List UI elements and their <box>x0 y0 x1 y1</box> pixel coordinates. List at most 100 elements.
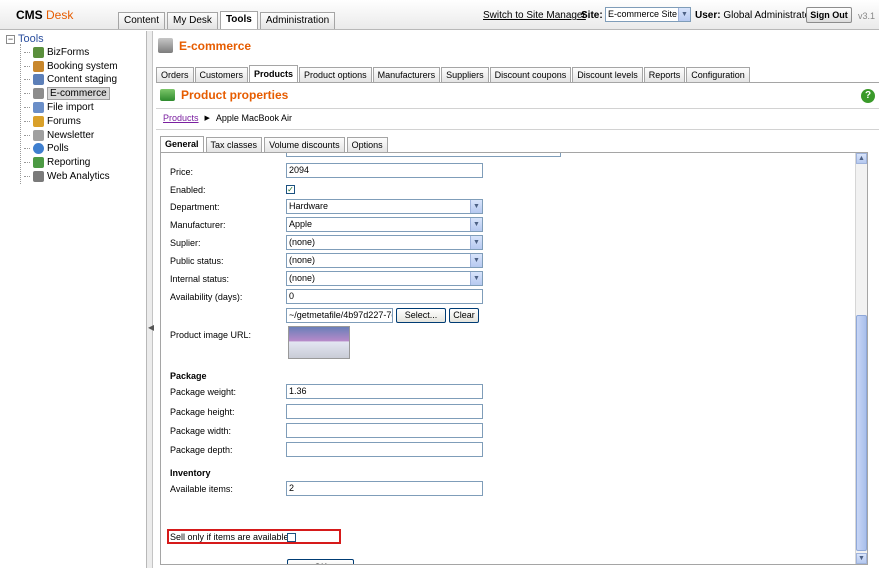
product-image-thumbnail <box>288 326 350 359</box>
tab-tax-classes[interactable]: Tax classes <box>205 137 263 152</box>
tab-manufacturers[interactable]: Manufacturers <box>372 67 441 82</box>
tree-item-e-commerce[interactable]: E-commerce <box>24 87 110 100</box>
section-title: E-commerce <box>158 38 251 53</box>
tab-general[interactable]: General <box>160 136 204 152</box>
scroll-up-icon[interactable]: ▲ <box>856 153 867 164</box>
switch-to-site-manager-link[interactable]: Switch to Site Manager <box>483 10 586 21</box>
collapse-icon[interactable]: − <box>6 34 15 44</box>
ecommerce-tabs: Orders Customers Products Product option… <box>156 65 879 83</box>
tools-tree: − Tools BizForms Booking system Content … <box>0 31 147 568</box>
sell-only-checkbox[interactable] <box>287 533 296 542</box>
help-icon[interactable]: ? <box>861 89 875 103</box>
department-select[interactable]: Hardware ▼ <box>286 199 483 214</box>
product-icon <box>160 89 175 101</box>
sign-out-button[interactable]: Sign Out <box>806 7 852 23</box>
package-weight-input[interactable]: 1.36 <box>286 384 483 399</box>
tab-suppliers[interactable]: Suppliers <box>441 67 489 82</box>
main-content: E-commerce Orders Customers Products Pro… <box>154 31 879 568</box>
select-image-button[interactable]: Select... <box>396 308 446 323</box>
tab-configuration[interactable]: Configuration <box>686 67 750 82</box>
tree-item-reporting[interactable]: Reporting <box>24 156 90 169</box>
web-analytics-icon <box>33 171 44 182</box>
chevron-down-icon: ▼ <box>470 218 482 231</box>
ok-button[interactable]: OK <box>287 559 354 564</box>
available-items-input[interactable]: 2 <box>286 481 483 496</box>
tab-orders[interactable]: Orders <box>156 67 194 82</box>
sell-only-label: Sell only if items are available: <box>170 532 292 542</box>
package-weight-label: Package weight: <box>170 387 237 397</box>
tab-administration[interactable]: Administration <box>259 12 336 29</box>
page-title: Product properties <box>160 88 288 102</box>
breadcrumb-arrow-icon: ▶ <box>204 115 210 122</box>
enabled-checkbox[interactable]: ✓ <box>286 185 295 194</box>
manufacturer-select[interactable]: Apple ▼ <box>286 217 483 232</box>
tree-root-tools[interactable]: − Tools <box>6 33 44 45</box>
tab-discount-levels[interactable]: Discount levels <box>572 67 643 82</box>
chevron-down-icon: ▼ <box>470 272 482 285</box>
chevron-down-icon: ▼ <box>678 8 690 21</box>
chevron-down-icon: ▼ <box>470 254 482 267</box>
staging-icon <box>33 74 44 85</box>
tab-product-options[interactable]: Product options <box>299 67 372 82</box>
public-status-select[interactable]: (none) ▼ <box>286 253 483 268</box>
package-height-label: Package height: <box>170 407 235 417</box>
user-name: Global Administrator <box>723 10 814 21</box>
tab-options[interactable]: Options <box>346 137 388 152</box>
manufacturer-label: Manufacturer: <box>170 220 226 230</box>
tab-my-desk[interactable]: My Desk <box>167 12 218 29</box>
tree-item-booking-system[interactable]: Booking system <box>24 60 118 73</box>
product-form-tabs: General Tax classes Volume discounts Opt… <box>160 136 388 152</box>
supplier-select[interactable]: (none) ▼ <box>286 235 483 250</box>
inventory-heading: Inventory <box>170 468 211 478</box>
breadcrumb-products-link[interactable]: Products <box>163 113 199 123</box>
chevron-down-icon: ▼ <box>470 236 482 249</box>
cut-off-field <box>286 153 561 157</box>
tree-item-forums[interactable]: Forums <box>24 115 81 128</box>
clear-image-button[interactable]: Clear <box>449 308 479 323</box>
package-depth-input[interactable] <box>286 442 483 457</box>
tree-item-content-staging[interactable]: Content staging <box>24 73 117 86</box>
breadcrumb: Products ▶ Apple MacBook Air <box>163 113 292 123</box>
package-height-input[interactable] <box>286 404 483 419</box>
image-url-input[interactable]: ~/getmetafile/4b97d227-7c <box>286 308 393 323</box>
tab-discount-coupons[interactable]: Discount coupons <box>489 67 572 82</box>
tab-customers[interactable]: Customers <box>194 67 249 82</box>
form-scrollbar[interactable]: ▲ ▼ <box>855 153 867 564</box>
scrollbar-thumb[interactable] <box>856 315 867 551</box>
tree-item-polls[interactable]: Polls <box>24 142 69 155</box>
site-select[interactable]: E-commerce Site ▼ <box>605 7 691 22</box>
collapse-left-icon[interactable]: ◀ <box>148 323 154 333</box>
price-label: Price: <box>170 167 194 177</box>
tab-tools[interactable]: Tools <box>219 11 258 29</box>
public-status-label: Public status: <box>170 256 224 266</box>
tab-volume-discounts[interactable]: Volume discounts <box>264 137 345 152</box>
panel-splitter[interactable]: ◀ <box>147 31 154 568</box>
supplier-label: Suplier: <box>170 238 201 248</box>
tree-item-web-analytics[interactable]: Web Analytics <box>24 170 110 183</box>
booking-icon <box>33 61 44 72</box>
package-heading: Package <box>170 371 207 381</box>
tab-content[interactable]: Content <box>118 12 166 29</box>
tab-reports[interactable]: Reports <box>643 67 686 82</box>
ecommerce-icon <box>33 88 44 99</box>
tree-item-file-import[interactable]: File import <box>24 101 94 114</box>
main-tabs: Content My Desk Tools Administration <box>118 11 336 30</box>
app-logo: CMS Desk <box>16 8 74 22</box>
bizforms-icon <box>33 47 44 58</box>
availability-label: Availability (days): <box>170 292 243 302</box>
internal-status-label: Internal status: <box>170 274 230 284</box>
price-input[interactable]: 2094 <box>286 163 483 178</box>
internal-status-select[interactable]: (none) ▼ <box>286 271 483 286</box>
package-width-input[interactable] <box>286 423 483 438</box>
availability-input[interactable]: 0 <box>286 289 483 304</box>
tab-products[interactable]: Products <box>249 65 299 82</box>
site-select-value: E-commerce Site <box>608 9 678 19</box>
ecommerce-icon <box>158 38 173 53</box>
header-bar: CMS Desk Content My Desk Tools Administr… <box>0 0 879 30</box>
site-label: Site: <box>581 10 603 21</box>
divider <box>156 108 879 109</box>
tree-item-newsletter[interactable]: Newsletter <box>24 129 94 142</box>
scroll-down-icon[interactable]: ▼ <box>856 553 867 564</box>
department-label: Department: <box>170 202 220 212</box>
tree-item-bizforms[interactable]: BizForms <box>24 46 89 59</box>
